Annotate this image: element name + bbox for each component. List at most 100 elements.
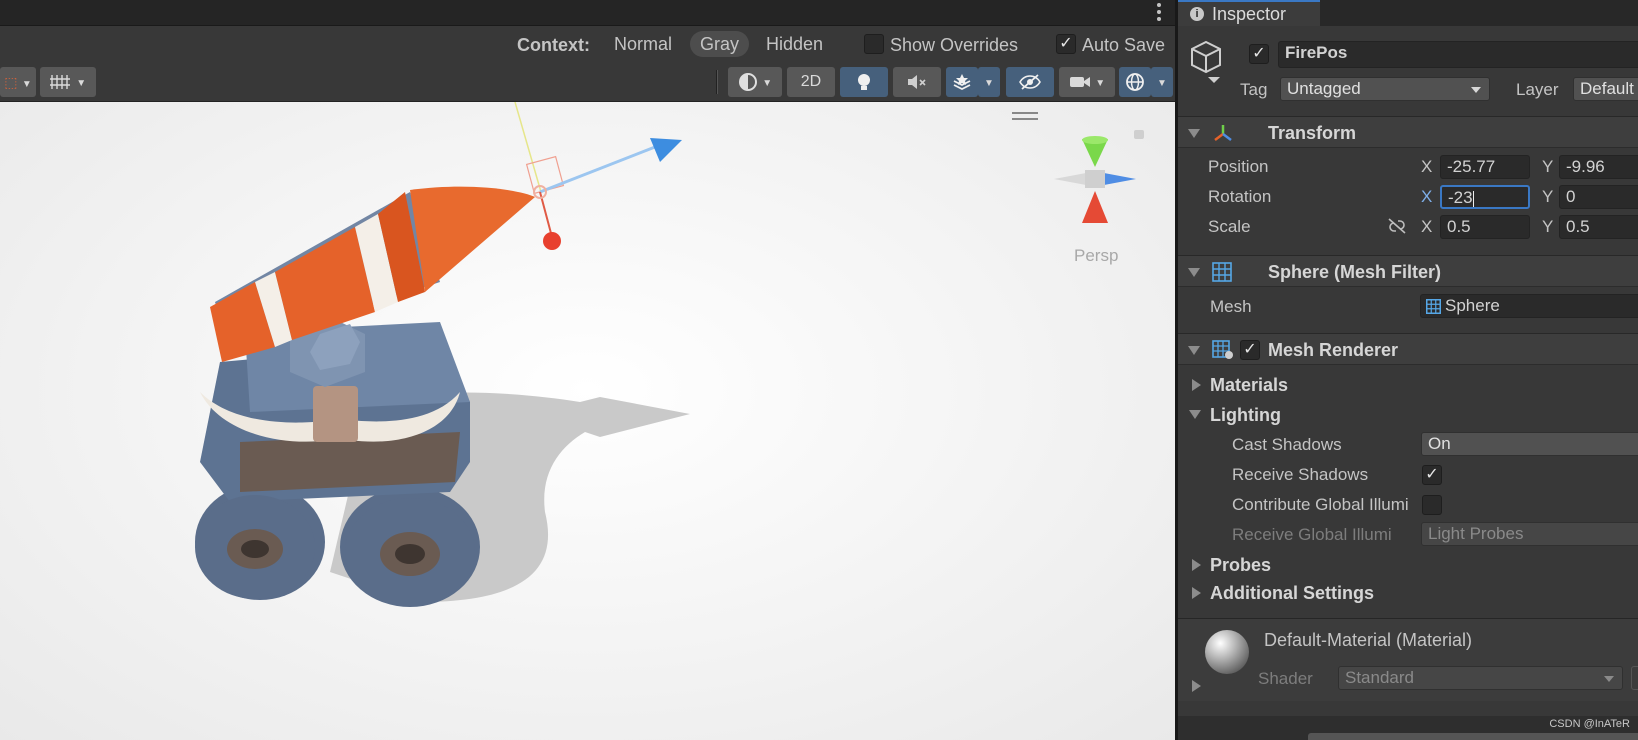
material-name: Default-Material (Material): [1264, 630, 1473, 650]
layer-value: Default: [1580, 79, 1634, 98]
receive-gi-label: Receive Global Illumi: [1232, 525, 1392, 544]
cannon-model[interactable]: [0, 102, 1175, 740]
cast-shadows-value: On: [1428, 434, 1451, 453]
scene-visibility-button[interactable]: [1006, 67, 1054, 97]
probes-foldout[interactable]: Probes: [1210, 555, 1271, 576]
toolbar-separator: [716, 70, 718, 94]
cast-shadows-dropdown[interactable]: On: [1421, 432, 1638, 456]
foldout-arrow-icon: [1188, 129, 1200, 138]
mesh-renderer-icon: [1212, 340, 1233, 359]
materials-foldout[interactable]: Materials: [1210, 375, 1288, 396]
scrollbar-horizontal[interactable]: [1308, 733, 1638, 740]
rotation-y-field[interactable]: 0: [1559, 185, 1638, 209]
shader-value: Standard: [1345, 668, 1414, 687]
chevron-down-icon: ▼: [1095, 78, 1106, 89]
contribute-gi-checkbox[interactable]: [1422, 495, 1442, 515]
shader-dropdown[interactable]: Standard: [1338, 666, 1623, 690]
chevron-down-icon: [1604, 676, 1614, 682]
shaded-sphere-icon: [738, 72, 757, 91]
material-preview-sphere[interactable]: [1205, 630, 1249, 674]
rotation-x-field[interactable]: -23: [1440, 185, 1530, 209]
contribute-gi-label: Contribute Global Illumi: [1232, 495, 1409, 514]
mesh-object-field[interactable]: Sphere: [1420, 294, 1638, 318]
viewport-menu-icon[interactable]: [1012, 112, 1038, 120]
position-label: Position: [1208, 157, 1269, 176]
foldout-arrow-icon[interactable]: [1192, 379, 1201, 391]
position-y-axis-label: Y: [1542, 157, 1554, 176]
position-x-field[interactable]: -25.77: [1440, 155, 1530, 179]
additional-settings-foldout[interactable]: Additional Settings: [1210, 583, 1374, 604]
mesh-renderer-header[interactable]: ✓ Mesh Renderer: [1178, 333, 1638, 365]
toggle-2d-button[interactable]: 2D: [787, 67, 835, 97]
camera-icon: [1069, 76, 1090, 87]
transform-tool-icon: ⬚: [4, 74, 18, 90]
chevron-down-icon: [1471, 87, 1481, 93]
foldout-arrow-icon[interactable]: [1189, 410, 1201, 419]
receive-gi-dropdown: Light Probes: [1421, 522, 1638, 546]
inspector-panel: i Inspector ✓ FirePos Tag Untagged Layer…: [1175, 0, 1638, 740]
lighting-foldout[interactable]: Lighting: [1210, 405, 1281, 426]
effects-layers-icon: [953, 73, 971, 90]
object-active-checkbox[interactable]: ✓: [1249, 44, 1269, 64]
position-y-field[interactable]: -9.96: [1559, 155, 1638, 179]
scene-effects-dropdown[interactable]: ▼: [978, 67, 1000, 97]
foldout-arrow-icon[interactable]: [1192, 559, 1201, 571]
foldout-arrow-icon: [1188, 268, 1200, 277]
scene-audio-button[interactable]: [893, 67, 941, 97]
tool-handle-button[interactable]: ⬚ ▼: [0, 67, 36, 97]
scale-label: Scale: [1208, 217, 1251, 236]
mesh-renderer-title: Mesh Renderer: [1268, 340, 1399, 360]
mesh-grid-icon: [1212, 262, 1232, 282]
chevron-down-icon: ▼: [762, 78, 773, 89]
mesh-value: Sphere: [1445, 296, 1500, 315]
foldout-arrow-icon[interactable]: [1192, 587, 1201, 599]
foldout-arrow-icon[interactable]: [1192, 680, 1201, 692]
text-caret: [1472, 190, 1474, 207]
gameobject-cube-icon[interactable]: [1190, 40, 1226, 84]
audio-mute-icon: [908, 74, 926, 89]
scene-viewport[interactable]: [0, 102, 1175, 740]
scale-y-field[interactable]: 0.5: [1559, 215, 1638, 239]
object-name-field[interactable]: FirePos: [1278, 41, 1638, 68]
grid-snap-button[interactable]: ▼: [40, 67, 96, 97]
scale-x-field[interactable]: 0.5: [1440, 215, 1530, 239]
receive-gi-value: Light Probes: [1428, 524, 1524, 543]
tab-inspector-label: Inspector: [1212, 4, 1287, 24]
info-icon: i: [1190, 7, 1204, 21]
show-overrides-checkbox[interactable]: [864, 34, 884, 54]
draw-mode-button[interactable]: ▼: [728, 67, 782, 97]
scene-camera-button[interactable]: ▼: [1059, 67, 1115, 97]
orientation-gizmo[interactable]: [1050, 135, 1140, 227]
gizmo-globe-icon: [1126, 72, 1144, 91]
receive-shadows-checkbox[interactable]: ✓: [1422, 465, 1442, 485]
shader-label: Shader: [1258, 669, 1313, 688]
mesh-filter-header[interactable]: Sphere (Mesh Filter): [1178, 255, 1638, 287]
shader-edit-button[interactable]: [1631, 666, 1638, 690]
scene-toolbar: ⬚ ▼ ▼ ▼ 2D ▼ ▼ ▼: [0, 62, 1175, 102]
constrain-proportions-icon[interactable]: [1386, 217, 1408, 235]
mesh-grid-icon: [1426, 299, 1441, 314]
foldout-arrow-icon: [1188, 346, 1200, 355]
gizmos-dropdown[interactable]: ▼: [1151, 67, 1173, 97]
scene-view: Context: Normal Gray Hidden Show Overrid…: [0, 0, 1175, 740]
projection-label[interactable]: Persp: [1074, 246, 1118, 266]
transform-header[interactable]: Transform: [1178, 116, 1638, 148]
context-option-gray[interactable]: Gray: [690, 31, 750, 57]
scale-x-axis-label: X: [1421, 217, 1433, 236]
transform-axes-icon: [1214, 125, 1232, 141]
more-options-icon[interactable]: [1157, 3, 1161, 21]
layer-dropdown[interactable]: Default: [1573, 77, 1638, 101]
tab-inspector[interactable]: i Inspector: [1178, 0, 1320, 26]
auto-save-checkbox[interactable]: ✓: [1056, 34, 1076, 54]
tag-label: Tag: [1240, 80, 1268, 99]
context-option-normal[interactable]: Normal: [604, 31, 682, 57]
cast-shadows-label: Cast Shadows: [1232, 435, 1342, 454]
scene-effects-button[interactable]: [946, 67, 978, 97]
gizmos-button[interactable]: [1119, 67, 1151, 97]
tag-dropdown[interactable]: Untagged: [1280, 77, 1490, 101]
prefab-context-bar: Context: Normal Gray Hidden Show Overrid…: [0, 26, 1175, 62]
context-option-hidden[interactable]: Hidden: [756, 31, 833, 57]
receive-shadows-label: Receive Shadows: [1232, 465, 1369, 484]
scene-lighting-button[interactable]: [840, 67, 888, 97]
mesh-renderer-enabled-checkbox[interactable]: ✓: [1240, 340, 1260, 360]
